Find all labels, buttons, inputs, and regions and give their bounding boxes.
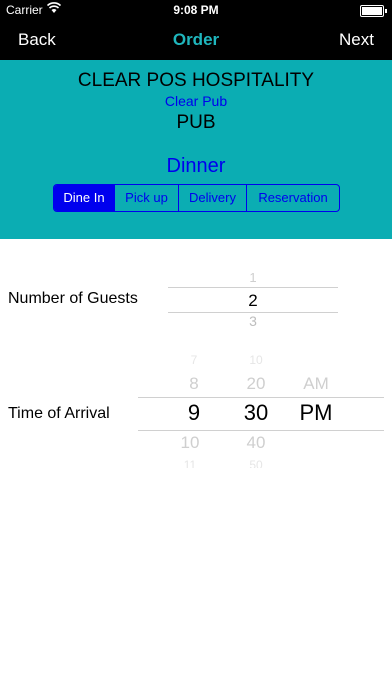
minute-option-below[interactable]: 40 bbox=[232, 433, 280, 453]
hour-option-below[interactable]: 10 bbox=[170, 433, 210, 453]
segment-dine-in[interactable]: Dine In bbox=[54, 185, 115, 211]
hour-option-selected[interactable]: 9 bbox=[170, 400, 218, 426]
hour-option-above2[interactable]: 7 bbox=[170, 353, 218, 367]
venue-type: PUB bbox=[176, 112, 216, 133]
nav-title: Order bbox=[172, 30, 220, 49]
hour-option-below2[interactable]: 11 bbox=[170, 458, 210, 468]
order-type-segmented-control: Dine In Pick up Delivery Reservation bbox=[53, 184, 340, 212]
guests-option-selected[interactable]: 2 bbox=[168, 291, 338, 311]
venue-header: CLEAR POS HOSPITALITY Clear Pub PUB Dinn… bbox=[0, 60, 392, 239]
time-picker-top-line bbox=[138, 397, 384, 398]
next-button[interactable]: Next bbox=[339, 30, 374, 50]
guests-picker-top-line bbox=[168, 287, 338, 288]
venue-name: Clear Pub bbox=[164, 93, 228, 109]
minute-option-below2[interactable]: 50 bbox=[232, 458, 280, 468]
battery-icon bbox=[360, 5, 387, 17]
minute-option-selected[interactable]: 30 bbox=[232, 400, 280, 426]
segment-pick-up[interactable]: Pick up bbox=[115, 185, 179, 211]
ampm-option-selected[interactable]: PM bbox=[292, 400, 340, 426]
time-picker-bottom-line bbox=[138, 430, 384, 431]
minute-option-above[interactable]: 20 bbox=[232, 374, 280, 394]
navigation-bar: Back Order Next bbox=[0, 20, 392, 60]
status-time: 9:08 PM bbox=[173, 3, 219, 17]
guests-option-above[interactable]: 1 bbox=[168, 270, 338, 285]
arrival-label: Time of Arrival bbox=[8, 405, 110, 422]
guests-option-below[interactable]: 3 bbox=[168, 313, 338, 329]
segment-delivery[interactable]: Delivery bbox=[179, 185, 247, 211]
guests-label: Number of Guests bbox=[8, 290, 138, 307]
segment-reservation[interactable]: Reservation bbox=[247, 185, 339, 211]
meal-period: Dinner bbox=[166, 155, 226, 177]
ampm-option-above[interactable]: AM bbox=[292, 374, 340, 394]
company-name: CLEAR POS HOSPITALITY bbox=[77, 70, 315, 91]
hour-option-above[interactable]: 8 bbox=[170, 374, 218, 394]
status-bar: Carrier 9:08 PM bbox=[0, 0, 392, 20]
minute-option-above2[interactable]: 10 bbox=[232, 353, 280, 367]
